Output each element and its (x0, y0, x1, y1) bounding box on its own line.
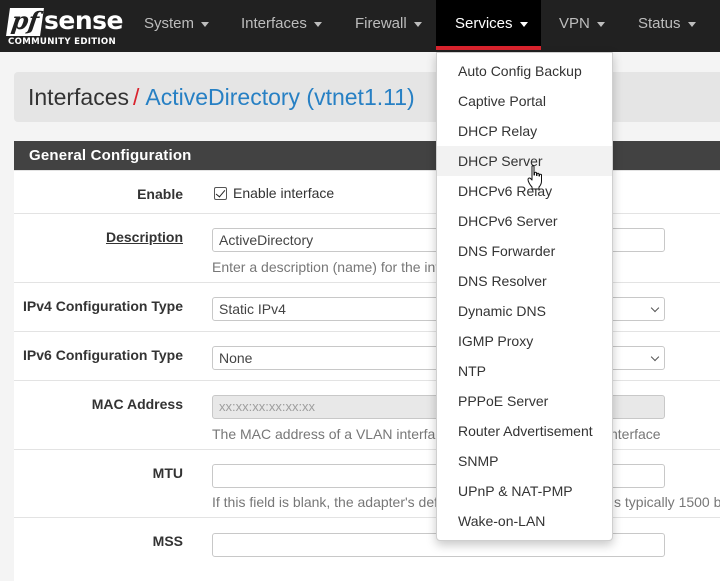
ipv4-type-value: Static IPv4 (219, 301, 286, 317)
ipv4-type-label: IPv4 Configuration Type (23, 298, 183, 314)
mtu-help: If this field is blank, the adapter's de… (212, 494, 439, 510)
description-label[interactable]: Description (106, 229, 183, 245)
nav-vpn[interactable]: VPN (541, 0, 620, 48)
nav-services-label: Services (455, 15, 513, 32)
nav-interfaces[interactable]: Interfaces (223, 0, 337, 48)
nav-firewall[interactable]: Firewall (337, 0, 436, 48)
menu-item-ntp[interactable]: NTP (437, 356, 612, 386)
active-nav-indicator (436, 46, 541, 50)
chevron-down-icon (650, 352, 660, 362)
logo-edition: COMMUNITY EDITION (8, 37, 117, 47)
menu-item-dhcpv6-server[interactable]: DHCPv6 Server (437, 206, 612, 236)
mtu-label: MTU (152, 465, 183, 481)
nav-firewall-label: Firewall (355, 15, 407, 32)
caret-down-icon (313, 21, 322, 27)
form-row-mac-address: MAC Address xx:xx:xx:xx:xx:xx The MAC ad… (14, 380, 720, 449)
form-row-description: Description ActiveDirectory Enter a desc… (14, 213, 720, 282)
menu-item-router-advertisement[interactable]: Router Advertisement (437, 416, 612, 446)
form-row-ipv6-type: IPv6 Configuration Type None (14, 331, 720, 380)
menu-item-igmp-proxy[interactable]: IGMP Proxy (437, 326, 612, 356)
nav-services[interactable]: Services (436, 0, 541, 48)
general-configuration-panel: General Configuration Enable Enable inte… (14, 141, 720, 581)
enable-label: Enable (137, 186, 183, 202)
top-navbar: pf sense COMMUNITY EDITION System Interf… (0, 0, 720, 52)
breadcrumb-interfaces[interactable]: Interfaces (28, 84, 129, 110)
mac-address-label: MAC Address (91, 396, 183, 412)
logo-pf: pf (6, 6, 44, 36)
nav-status-label: Status (638, 15, 681, 32)
enable-checkbox[interactable] (214, 187, 227, 200)
breadcrumb-current[interactable]: ActiveDirectory (vtnet1.11) (145, 84, 414, 110)
form-row-mtu: MTU If this field is blank, the adapter'… (14, 449, 720, 517)
breadcrumb-separator: / (133, 84, 140, 110)
breadcrumb: Interfaces / ActiveDirectory (vtnet1.11) (14, 72, 720, 122)
hand-pointer-cursor-icon (527, 165, 542, 190)
form-row-enable: Enable Enable interface (14, 170, 720, 213)
menu-item-pppoe-server[interactable]: PPPoE Server (437, 386, 612, 416)
caret-down-icon (413, 21, 422, 27)
ipv6-type-value: None (219, 350, 253, 366)
menu-item-captive-portal[interactable]: Captive Portal (437, 86, 612, 116)
nav-vpn-label: VPN (559, 15, 590, 32)
services-dropdown-menu: Auto Config Backup Captive Portal DHCP R… (436, 52, 613, 541)
nav-system-label: System (144, 15, 195, 32)
nav-interfaces-label: Interfaces (241, 15, 307, 32)
nav-system[interactable]: System (125, 0, 223, 48)
menu-item-dns-forwarder[interactable]: DNS Forwarder (437, 236, 612, 266)
menu-item-dynamic-dns[interactable]: Dynamic DNS (437, 296, 612, 326)
caret-down-icon (596, 21, 605, 27)
enable-checkbox-label[interactable]: Enable interface (233, 185, 334, 201)
menu-item-dhcpv6-relay[interactable]: DHCPv6 Relay (437, 176, 612, 206)
chevron-down-icon (650, 303, 660, 313)
form-row-mss: MSS (14, 517, 720, 581)
description-help: Enter a description (name) for the int (212, 259, 440, 275)
mtu-help-tail: s typically 1500 b (614, 494, 720, 510)
caret-down-icon (687, 21, 696, 27)
menu-item-dns-resolver[interactable]: DNS Resolver (437, 266, 612, 296)
caret-down-icon (519, 21, 528, 27)
pfsense-logo[interactable]: pf sense COMMUNITY EDITION (6, 6, 123, 47)
ipv6-type-label: IPv6 Configuration Type (23, 347, 183, 363)
menu-item-auto-config-backup[interactable]: Auto Config Backup (437, 56, 612, 86)
menu-item-wake-on-lan[interactable]: Wake-on-LAN (437, 506, 612, 536)
mac-address-help-tail: nterface (610, 426, 661, 442)
menu-item-upnp-nat-pmp[interactable]: UPnP & NAT-PMP (437, 476, 612, 506)
caret-down-icon (201, 21, 210, 27)
nav-status[interactable]: Status (620, 0, 720, 48)
logo-sense: sense (44, 6, 123, 35)
mac-address-help: The MAC address of a VLAN interfac (212, 426, 443, 442)
menu-item-dhcp-server[interactable]: DHCP Server (437, 146, 612, 176)
panel-title: General Configuration (14, 141, 720, 170)
form-row-ipv4-type: IPv4 Configuration Type Static IPv4 (14, 282, 720, 331)
menu-item-snmp[interactable]: SNMP (437, 446, 612, 476)
menu-item-dhcp-relay[interactable]: DHCP Relay (437, 116, 612, 146)
mss-label: MSS (152, 533, 183, 549)
